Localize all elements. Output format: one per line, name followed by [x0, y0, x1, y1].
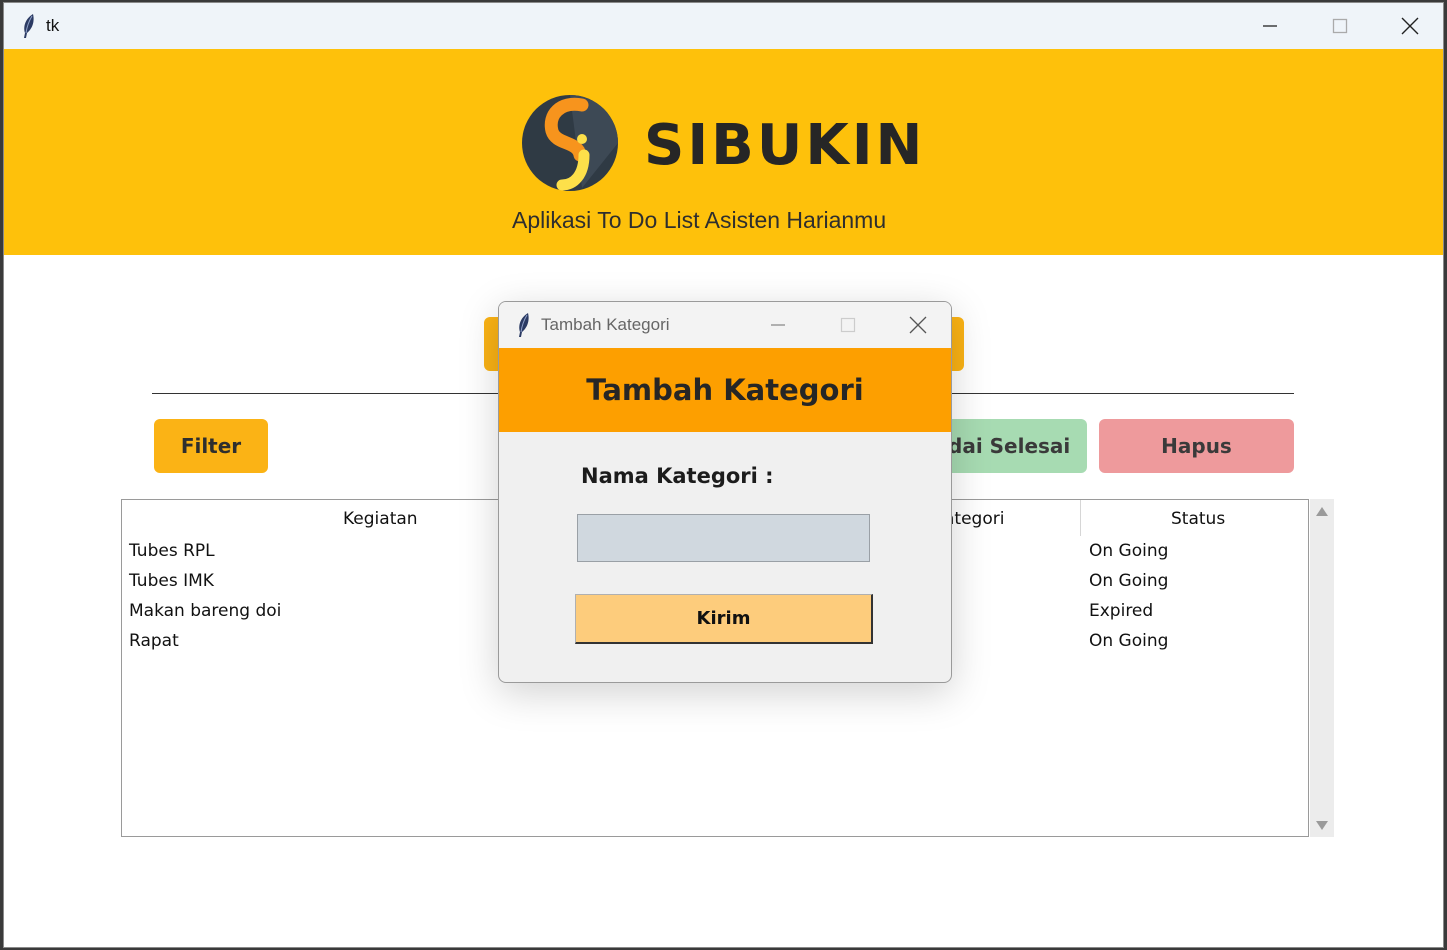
- table-row-kegiatan[interactable]: Tubes RPL: [129, 541, 215, 561]
- dialog-title-bar: Tambah Kategori: [499, 302, 951, 348]
- dialog-close-button[interactable]: [883, 302, 951, 348]
- table-row-kegiatan[interactable]: Rapat: [129, 631, 179, 651]
- minimize-icon: [771, 324, 785, 326]
- minimize-button[interactable]: [1235, 3, 1305, 49]
- dialog-window-title: Tambah Kategori: [541, 315, 670, 334]
- maximize-button[interactable]: [1305, 3, 1375, 49]
- table-row-kegiatan[interactable]: Tubes IMK: [129, 571, 214, 591]
- dialog-maximize-button[interactable]: [813, 302, 883, 348]
- maximize-icon: [1332, 18, 1348, 34]
- category-name-input[interactable]: [577, 514, 870, 562]
- app-header: SIBUKIN Aplikasi To Do List Asisten Hari…: [4, 49, 1443, 255]
- maximize-icon: [840, 317, 856, 333]
- table-row-status[interactable]: Expired: [1089, 601, 1153, 621]
- feather-icon: [519, 313, 529, 337]
- table-row-status[interactable]: On Going: [1089, 571, 1168, 591]
- window-title: tk: [46, 16, 60, 35]
- table-scrollbar[interactable]: [1310, 499, 1334, 837]
- add-category-dialog: Tambah Kategori Tambah Kategori Nama Kat…: [498, 301, 952, 683]
- column-header-kegiatan[interactable]: Kegiatan: [343, 509, 418, 529]
- close-icon: [1401, 17, 1419, 35]
- table-row-status[interactable]: On Going: [1089, 631, 1168, 651]
- mark-done-button[interactable]: dai Selesai: [944, 419, 1087, 473]
- title-bar: tk: [4, 3, 1443, 49]
- category-name-label: Nama Kategori :: [581, 464, 774, 488]
- column-header-kategori[interactable]: ategori: [944, 509, 1004, 529]
- tagline: Aplikasi To Do List Asisten Harianmu: [512, 207, 887, 233]
- table-row-kegiatan[interactable]: Makan bareng doi: [129, 601, 281, 621]
- close-button[interactable]: [1375, 3, 1443, 49]
- column-header-status[interactable]: Status: [1171, 509, 1225, 529]
- scroll-up-icon[interactable]: [1316, 507, 1328, 516]
- feather-icon: [24, 14, 34, 38]
- table-row-status[interactable]: On Going: [1089, 541, 1168, 561]
- brand-name: SIBUKIN: [644, 113, 926, 178]
- main-window: tk SIBUKIN Aplikasi To Do List Asisten H…: [3, 2, 1444, 948]
- minimize-icon: [1263, 25, 1277, 27]
- delete-button[interactable]: Hapus: [1099, 419, 1294, 473]
- dialog-minimize-button[interactable]: [743, 302, 813, 348]
- scroll-down-icon[interactable]: [1316, 821, 1328, 830]
- filter-button[interactable]: Filter: [154, 419, 268, 473]
- submit-button[interactable]: Kirim: [575, 594, 873, 644]
- dialog-heading: Tambah Kategori: [499, 348, 951, 432]
- column-separator: [1080, 500, 1081, 536]
- close-icon: [909, 316, 927, 334]
- sibukin-logo: [522, 95, 618, 191]
